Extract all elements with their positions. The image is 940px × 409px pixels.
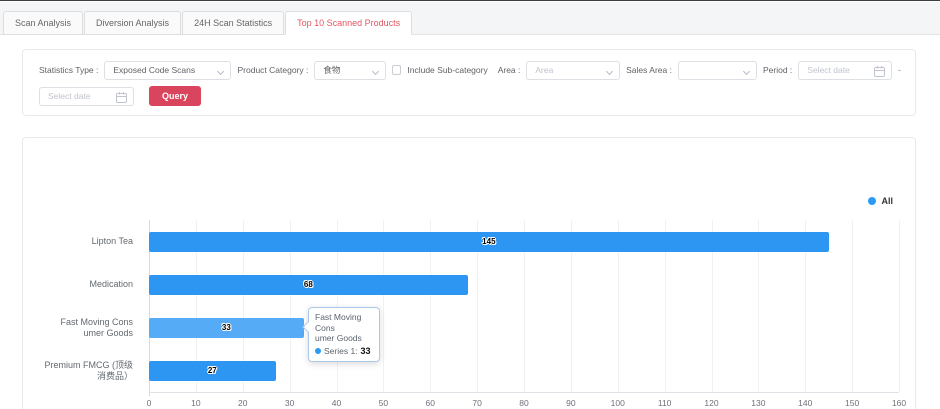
category-label-line: umer Goods xyxy=(83,328,133,339)
sales-area-select[interactable] xyxy=(678,61,757,80)
category-label-lipton-tea: Lipton Tea xyxy=(23,220,141,263)
product-category-label: Product Category : xyxy=(237,65,308,75)
product-category-select[interactable]: 食物 xyxy=(314,61,385,80)
x-tick-label-70: 70 xyxy=(462,398,492,408)
product-category-value: 食物 xyxy=(323,64,340,76)
statistics-type-value: Exposed Code Scans xyxy=(113,65,195,75)
period-range-separator: - xyxy=(898,65,901,75)
include-subcategory-label: Include Sub-category xyxy=(407,65,487,75)
tooltip-series-value: 33 xyxy=(361,346,371,356)
legend-label: All xyxy=(881,196,893,206)
filter-row-2: Select date Query xyxy=(39,85,901,107)
tooltip-line-1: Fast Moving Cons xyxy=(315,312,373,333)
tooltip-line-2: umer Goods xyxy=(315,333,373,344)
gridline xyxy=(852,220,853,392)
sales-area-label: Sales Area : xyxy=(626,65,672,75)
tooltip-arrow xyxy=(302,321,313,332)
gridline xyxy=(899,220,900,392)
period-start-placeholder: Select date xyxy=(807,65,850,75)
period-end-date-input[interactable]: Select date xyxy=(39,87,134,106)
chart-panel: All Fast Moving Cons umer Goods Series 1… xyxy=(22,137,916,409)
x-tick-label-60: 60 xyxy=(415,398,445,408)
bar-value-label: 33 xyxy=(222,323,231,332)
x-axis-line xyxy=(149,392,899,393)
chevron-down-icon xyxy=(743,67,750,74)
x-tick-label-0: 0 xyxy=(134,398,164,408)
calendar-icon xyxy=(873,65,886,78)
category-label-line: Lipton Tea xyxy=(92,236,133,247)
category-label-line: Medication xyxy=(89,279,133,290)
bar-value-label: 68 xyxy=(304,280,313,289)
calendar-icon xyxy=(115,91,128,104)
x-tick-label-120: 120 xyxy=(697,398,727,408)
area-select[interactable]: Area xyxy=(526,61,620,80)
period-end-placeholder: Select date xyxy=(48,91,91,101)
tab-scan-analysis[interactable]: Scan Analysis xyxy=(3,11,83,35)
statistics-type-select[interactable]: Exposed Code Scans xyxy=(104,61,231,80)
period-start-date-input[interactable]: Select date xyxy=(798,61,892,80)
chart-tooltip: Fast Moving Cons umer Goods Series 1: 33 xyxy=(308,307,380,362)
x-tick-label-90: 90 xyxy=(556,398,586,408)
period-label: Period : xyxy=(763,65,792,75)
tab-bar: Scan AnalysisDiversion Analysis24H Scan … xyxy=(0,2,940,35)
x-tick-label-10: 10 xyxy=(181,398,211,408)
category-label-fast-moving-consumer-goods: Fast Moving Consumer Goods xyxy=(23,306,141,349)
area-label: Area : xyxy=(498,65,521,75)
page: Scan AnalysisDiversion Analysis24H Scan … xyxy=(0,0,940,409)
tab-diversion-analysis[interactable]: Diversion Analysis xyxy=(84,11,181,35)
x-tick-label-140: 140 xyxy=(790,398,820,408)
series-dot-icon xyxy=(315,348,321,354)
chevron-down-icon xyxy=(606,67,613,74)
x-tick-label-100: 100 xyxy=(603,398,633,408)
include-subcategory-checkbox[interactable] xyxy=(392,65,402,75)
x-tick-label-40: 40 xyxy=(322,398,352,408)
x-tick-label-150: 150 xyxy=(837,398,867,408)
x-tick-label-80: 80 xyxy=(509,398,539,408)
x-tick-label-160: 160 xyxy=(884,398,914,408)
filter-panel: Statistics Type : Exposed Code Scans Pro… xyxy=(22,49,916,116)
bar-value-label: 27 xyxy=(208,366,217,375)
filter-row-1: Statistics Type : Exposed Code Scans Pro… xyxy=(39,59,901,81)
bar-value-label: 145 xyxy=(482,237,495,246)
tooltip-series-label: Series 1: xyxy=(324,346,358,356)
tooltip-series-row: Series 1: 33 xyxy=(315,346,373,356)
category-label-line: 消费品） xyxy=(97,371,133,382)
category-label-line: Premium FMCG (顶级 xyxy=(45,360,134,371)
x-tick-label-110: 110 xyxy=(650,398,680,408)
x-tick-label-30: 30 xyxy=(275,398,305,408)
x-tick-label-50: 50 xyxy=(368,398,398,408)
x-tick-label-20: 20 xyxy=(228,398,258,408)
area-placeholder: Area xyxy=(535,65,553,75)
category-label-medication: Medication xyxy=(23,263,141,306)
tab-top-10-scanned-products[interactable]: Top 10 Scanned Products xyxy=(285,11,412,35)
category-label-line: Fast Moving Cons xyxy=(60,317,133,328)
x-tick-label-130: 130 xyxy=(743,398,773,408)
legend-dot-icon xyxy=(868,197,876,205)
chevron-down-icon xyxy=(371,67,378,74)
statistics-type-label: Statistics Type : xyxy=(39,65,98,75)
tooltip-category-name: Fast Moving Cons umer Goods xyxy=(315,312,373,344)
legend-item-all[interactable]: All xyxy=(868,196,893,206)
chevron-down-icon xyxy=(217,67,224,74)
query-button[interactable]: Query xyxy=(149,86,201,106)
tab-24h-scan-statistics[interactable]: 24H Scan Statistics xyxy=(182,11,284,35)
category-label-premium-fmcg: Premium FMCG (顶级消费品） xyxy=(23,349,141,392)
